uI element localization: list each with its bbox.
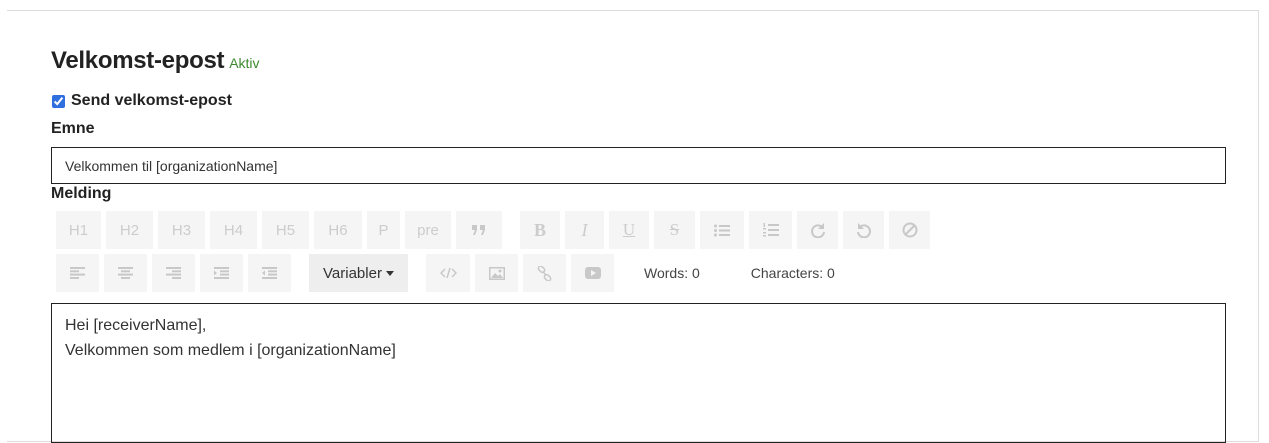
redo-button[interactable] <box>797 211 838 249</box>
outdent-icon <box>262 267 277 279</box>
redo-icon <box>810 223 825 238</box>
align-center-icon <box>118 267 133 279</box>
image-button[interactable] <box>475 254 518 292</box>
bold-icon: B <box>533 219 546 240</box>
section-title: Velkomst-epost <box>51 47 225 74</box>
code-icon <box>439 267 457 279</box>
word-count: Words: 0 <box>644 265 700 281</box>
variables-dropdown[interactable]: Variabler <box>309 254 408 292</box>
h4-button[interactable]: H4 <box>210 211 257 249</box>
section-header: Velkomst-epost Aktiv <box>51 47 260 75</box>
character-count: Characters: 0 <box>750 265 835 281</box>
status-badge: Aktiv <box>229 55 260 71</box>
send-welcome-row: Send velkomst-epost <box>51 92 232 110</box>
clear-format-button[interactable] <box>889 211 930 249</box>
strikethrough-button[interactable]: S <box>654 211 695 249</box>
editor-toolbar-row-1: H1 H2 H3 H4 H5 H6 P pre B I U S <box>56 211 935 249</box>
message-editor[interactable]: Hei [receiverName], Velkommen som medlem… <box>51 303 1226 443</box>
subject-label: Emne <box>51 120 95 137</box>
quote-icon <box>472 225 485 235</box>
send-welcome-label: Send velkomst-epost <box>71 92 232 109</box>
link-button[interactable] <box>523 254 566 292</box>
strikethrough-icon: S <box>669 220 680 239</box>
outdent-button[interactable] <box>248 254 291 292</box>
numbered-list-button[interactable] <box>749 211 792 249</box>
editor-toolbar-row-2: Variabler Words: 0 Characters: 0 <box>56 254 835 292</box>
indent-button[interactable] <box>200 254 243 292</box>
message-line: Velkommen som medlem i [organizationName… <box>65 342 396 359</box>
caret-down-icon <box>385 270 394 276</box>
align-left-button[interactable] <box>56 254 99 292</box>
align-left-icon <box>70 267 85 279</box>
send-welcome-checkbox[interactable] <box>52 94 65 108</box>
image-icon <box>488 266 505 280</box>
quote-button[interactable] <box>456 211 502 249</box>
underline-icon: U <box>622 220 636 239</box>
variables-label: Variabler <box>323 264 382 282</box>
video-icon <box>584 267 601 279</box>
h5-button[interactable]: H5 <box>262 211 309 249</box>
numbered-list-icon <box>762 223 779 237</box>
undo-icon <box>856 223 871 238</box>
h6-button[interactable]: H6 <box>314 211 362 249</box>
undo-button[interactable] <box>843 211 884 249</box>
h2-button[interactable]: H2 <box>106 211 153 249</box>
indent-icon <box>214 267 229 279</box>
bullet-list-button[interactable] <box>700 211 744 249</box>
align-right-icon <box>166 267 181 279</box>
video-button[interactable] <box>571 254 614 292</box>
bullet-list-icon <box>714 224 730 236</box>
underline-button[interactable]: U <box>609 211 649 249</box>
align-center-button[interactable] <box>104 254 147 292</box>
subject-input[interactable] <box>51 147 1226 184</box>
align-right-button[interactable] <box>152 254 195 292</box>
message-line: Hei [receiverName], <box>65 317 207 334</box>
preformatted-button[interactable]: pre <box>405 211 451 249</box>
paragraph-button[interactable]: P <box>367 211 400 249</box>
clear-format-icon <box>902 222 917 238</box>
italic-icon: I <box>581 219 588 240</box>
h3-button[interactable]: H3 <box>158 211 205 249</box>
bold-button[interactable]: B <box>520 211 560 249</box>
link-icon <box>537 265 552 281</box>
message-label: Melding <box>51 185 112 202</box>
italic-button[interactable]: I <box>565 211 604 249</box>
h1-button[interactable]: H1 <box>56 211 101 249</box>
code-button[interactable] <box>426 254 470 292</box>
